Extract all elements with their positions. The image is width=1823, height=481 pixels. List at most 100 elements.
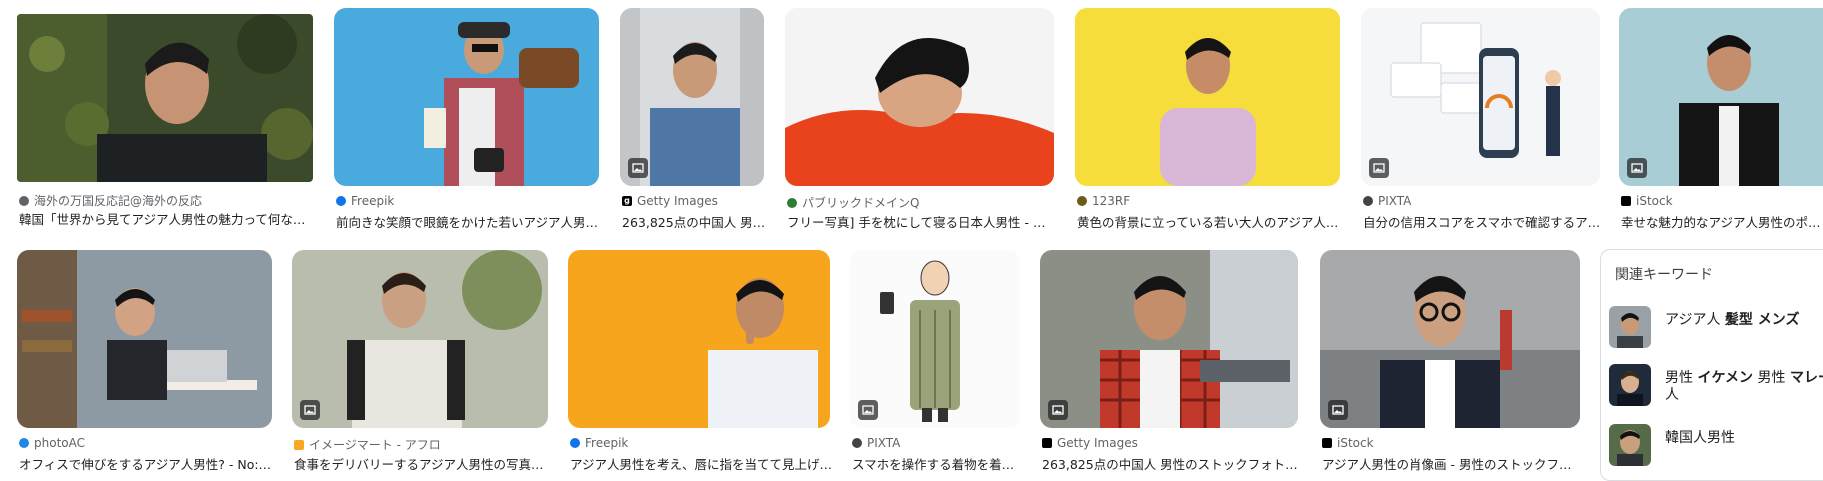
source-name: 123RF <box>1092 194 1131 208</box>
result-title[interactable]: 黄色の背景に立っている若い大人のアジア人… <box>1077 212 1342 231</box>
pixta-favicon-icon <box>1363 196 1373 206</box>
source-name: 海外の万国反応記@海外の反応 <box>34 194 203 208</box>
image-badge-icon <box>1369 158 1389 178</box>
result-title[interactable]: 前向きな笑顔で眼鏡をかけた若いアジア人男… <box>336 212 601 231</box>
image-result-7[interactable]: iStock 幸せな魅力的なアジア人男性のポート… <box>1619 8 1823 230</box>
related-keyword-item[interactable]: 韓国人男性 <box>1601 420 1823 470</box>
portrait-photo <box>292 250 548 428</box>
freepik-favicon-icon <box>336 196 346 206</box>
image-badge-icon <box>628 158 648 178</box>
result-title[interactable]: 自分の信用スコアをスマホで確認するア… <box>1363 212 1602 231</box>
keyword-plain: 男性 <box>1753 370 1790 386</box>
result-thumbnail[interactable] <box>17 250 272 428</box>
result-thumbnail[interactable] <box>1040 250 1298 428</box>
source-name: PIXTA <box>1378 194 1412 208</box>
related-keywords-panel: 関連キーワード アジア人 髪型 メンズ 男性 イケメン 男性 マレー人 韓国人男… <box>1600 249 1823 481</box>
source-name: Freepik <box>585 436 629 450</box>
result-source: photoAC <box>19 436 85 450</box>
image-result-13[interactable]: iStock アジア人男性の肖像画 - 男性のストックフォ… <box>1320 250 1582 472</box>
image-result-8[interactable]: photoAC オフィスで伸びをするアジア人男性? - No:… <box>17 250 272 472</box>
123rf-favicon-icon <box>1077 196 1087 206</box>
image-result-1[interactable]: 海外の万国反応記@海外の反応 韓国「世界から見てアジア人男性の魅力って何なの… <box>17 14 315 227</box>
image-badge-icon <box>1328 400 1348 420</box>
result-thumbnail[interactable] <box>1075 8 1340 186</box>
result-title[interactable]: 263,825点の中国人 男… <box>622 212 766 231</box>
istock-favicon-icon <box>1322 438 1332 448</box>
illustration <box>1361 8 1600 186</box>
result-title[interactable]: フリー写真] 手を枕にして寝る日本人男性 - パ… <box>787 212 1056 231</box>
pdq-favicon-icon <box>787 197 797 208</box>
image-result-4[interactable]: パブリックドメインQ フリー写真] 手を枕にして寝る日本人男性 - パ… <box>785 8 1056 230</box>
image-badge-icon <box>300 400 320 420</box>
result-thumbnail[interactable] <box>568 250 830 428</box>
source-name: イメージマート - アフロ <box>309 438 441 452</box>
result-thumbnail[interactable] <box>620 8 764 186</box>
portrait-photo <box>334 8 599 186</box>
portrait-photo <box>17 250 272 428</box>
result-title[interactable]: 韓国「世界から見てアジア人男性の魅力って何なの… <box>19 209 315 228</box>
keyword-label[interactable]: 韓国人男性 <box>1665 430 1823 447</box>
result-thumbnail[interactable] <box>17 14 313 182</box>
result-thumbnail[interactable] <box>785 8 1054 186</box>
image-badge-icon <box>858 400 878 420</box>
result-thumbnail[interactable] <box>850 250 1020 428</box>
image-badge-icon <box>1048 400 1068 420</box>
source-name: Getty Images <box>1057 436 1138 450</box>
related-keyword-item[interactable]: アジア人 髪型 メンズ <box>1601 302 1823 352</box>
image-result-11[interactable]: PIXTA スマホを操作する着物を着… <box>850 250 1020 472</box>
keyword-label[interactable]: 男性 イケメン 男性 マレー人 <box>1665 370 1823 404</box>
pixta-favicon-icon <box>852 438 862 448</box>
keyword-bold: イケメン <box>1697 370 1754 386</box>
image-result-3[interactable]: g Getty Images 263,825点の中国人 男… <box>620 8 765 230</box>
source-name: iStock <box>1636 194 1673 208</box>
result-source: iStock <box>1621 194 1673 208</box>
keyword-thumbnail <box>1609 424 1651 466</box>
photoac-favicon-icon <box>19 438 29 448</box>
result-source: 123RF <box>1077 194 1130 208</box>
portrait-photo <box>568 250 830 428</box>
source-name: Getty Images <box>637 194 718 208</box>
istock-favicon-icon <box>1621 196 1631 206</box>
image-result-12[interactable]: Getty Images 263,825点の中国人 男性のストックフォト… <box>1040 250 1298 472</box>
result-thumbnail[interactable] <box>292 250 548 428</box>
portrait-photo <box>785 8 1054 186</box>
source-name: パブリックドメインQ <box>802 196 920 210</box>
result-title[interactable]: 幸せな魅力的なアジア人男性のポート… <box>1621 212 1823 231</box>
related-keyword-item[interactable]: 男性 イケメン 男性 マレー人 <box>1601 360 1823 410</box>
keyword-bold: マレー <box>1789 370 1823 386</box>
panel-heading: 関連キーワード <box>1615 267 1713 283</box>
result-source: 海外の万国反応記@海外の反応 <box>19 192 202 209</box>
result-source: Freepik <box>570 436 628 450</box>
result-source: Getty Images <box>1042 436 1138 450</box>
result-thumbnail[interactable] <box>1619 8 1823 186</box>
keyword-plain: アジア人 <box>1665 312 1725 328</box>
result-source: Freepik <box>336 194 394 208</box>
result-source: イメージマート - アフロ <box>294 436 441 453</box>
result-thumbnail[interactable] <box>334 8 599 186</box>
source-name: Freepik <box>351 194 395 208</box>
keyword-thumbnail <box>1609 364 1651 406</box>
result-source: iStock <box>1322 436 1374 450</box>
image-result-10[interactable]: Freepik アジア人男性を考え、唇に指を当てて見上げ… <box>568 250 832 472</box>
image-result-5[interactable]: 123RF 黄色の背景に立っている若い大人のアジア人… <box>1075 8 1340 230</box>
keyword-bold: 髪型 メンズ <box>1724 312 1800 328</box>
portrait-photo <box>17 14 313 182</box>
keyword-label[interactable]: アジア人 髪型 メンズ <box>1665 312 1823 329</box>
image-badge-icon <box>1627 158 1647 178</box>
source-name: iStock <box>1337 436 1374 450</box>
globe-favicon-icon <box>19 195 29 206</box>
image-result-6[interactable]: PIXTA 自分の信用スコアをスマホで確認するア… <box>1361 8 1600 230</box>
result-thumbnail[interactable] <box>1361 8 1600 186</box>
source-name: PIXTA <box>867 436 901 450</box>
image-result-2[interactable]: Freepik 前向きな笑顔で眼鏡をかけた若いアジア人男… <box>334 8 599 230</box>
imagemart-favicon-icon <box>294 439 304 450</box>
portrait-photo <box>1075 8 1340 186</box>
result-source: PIXTA <box>1363 194 1411 208</box>
image-result-9[interactable]: イメージマート - アフロ 食事をデリバリーするアジア人男性の写真… <box>292 250 548 472</box>
result-source: パブリックドメインQ <box>787 194 919 211</box>
keyword-plain: 人 <box>1665 387 1679 403</box>
portrait-photo <box>1320 250 1580 428</box>
getty-favicon-icon <box>1042 438 1052 448</box>
keyword-plain: 男性 <box>1665 370 1698 386</box>
result-thumbnail[interactable] <box>1320 250 1580 428</box>
